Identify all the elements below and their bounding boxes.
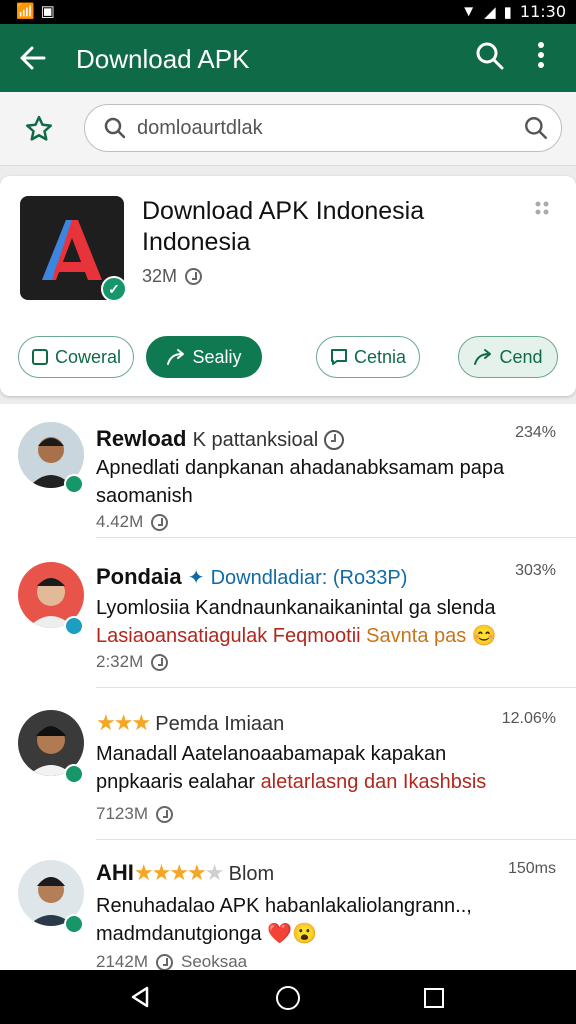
details-button[interactable]: Cetnia [316, 336, 420, 378]
review-percent: 12.06% [501, 710, 556, 727]
status-icons: ▼ ◢ ▮ 11:30 [461, 2, 566, 21]
reviewer-name: ★★★ Pemda Imiaan [96, 710, 284, 736]
star-outline-icon[interactable] [24, 114, 54, 144]
review-text: Renuhadalao APK habanlakaliolangrann.., … [96, 892, 536, 948]
review-time-value: 2142M [96, 952, 148, 971]
page-title: Download APK [76, 44, 250, 74]
verified-badge-icon: ✓ [101, 276, 127, 302]
send-arrow-icon [474, 349, 492, 365]
status-bar: 📶▣ ▼ ◢ ▮ 11:30 [0, 0, 576, 24]
app-size-value: 32M [142, 266, 178, 286]
search-row: domloaurtdlak [0, 92, 576, 166]
status-time: 11:30 [519, 2, 566, 21]
send-button-label: Cend [499, 346, 543, 367]
review-item[interactable]: ★★★ Pemda Imiaan 12.06% Manadall Aatelan… [0, 688, 576, 840]
search-icon[interactable] [474, 40, 506, 72]
reviewer-name-text: Rewload [96, 426, 187, 451]
clock-icon [151, 653, 169, 671]
online-badge-icon [64, 616, 84, 636]
review-text: Lyomlosiia Kandnaunkanaikanintal ga slen… [96, 594, 546, 650]
reviewer-name-text: AHI [96, 860, 134, 885]
review-item[interactable]: Rewload K pattanksioal 234% Apnedlati da… [0, 404, 576, 538]
comment-icon [330, 349, 347, 365]
divider [96, 537, 576, 538]
battery-icon: ▮ [503, 3, 512, 21]
app-card: ✓ Download APK Indonesia Indonesia 32M C… [0, 176, 576, 396]
app-size: 32M [142, 266, 203, 287]
clock-icon [151, 513, 169, 531]
emoji: ❤️😮 [267, 923, 318, 945]
nav-recents-icon[interactable] [424, 988, 444, 1008]
review-text-line: pnpkaaris ealahar aletarlasng dan Ikashb… [96, 768, 546, 796]
review-percent: 303% [515, 562, 556, 579]
review-time-value: 4.42M [96, 512, 144, 531]
review-time-value: 2:32M [96, 652, 144, 671]
share-arrow-icon [167, 349, 185, 365]
send-button[interactable]: Cend [458, 336, 558, 378]
review-item[interactable]: Pondaia ✦ Downdladiar: (Ro33P) 303% Lyom… [0, 546, 576, 688]
online-badge-icon [64, 914, 84, 934]
overview-button[interactable]: Coweral [18, 336, 134, 378]
reviewer-meta: K pattanksioal [192, 429, 319, 451]
search-icon [104, 117, 126, 139]
app-bar: Download APK [0, 24, 576, 92]
reviewer-name: Rewload K pattanksioal [96, 426, 345, 452]
review-percent: 234% [515, 424, 556, 441]
review-text-line: Lyomlosiia Kandnaunkanaikanintal ga slen… [96, 597, 496, 619]
wifi-icon: ▼ [461, 3, 477, 20]
rating-stars: ★★★★ [133, 860, 207, 885]
review-time: 2:32M [96, 652, 169, 672]
review-time: 2142M Seoksaa [96, 952, 247, 972]
search-submit-icon[interactable] [523, 115, 549, 141]
search-input-value: domloaurtdlak [137, 117, 263, 139]
back-arrow-icon[interactable] [18, 43, 48, 73]
review-text-highlight: aletarlasng dan Ikashbsis [260, 771, 487, 793]
share-button[interactable]: Sealiy [146, 336, 262, 378]
review-text-highlight: Savnta pas [366, 625, 467, 647]
drag-handle-icon[interactable] [534, 200, 550, 216]
review-text-part: pnpkaaris ealahar [96, 771, 255, 793]
clock-icon [155, 805, 173, 823]
review-text-line: Lasiaoansatiagulak Feqmootii Savnta pas … [96, 622, 546, 650]
review-item[interactable]: AHI★★★★★ Blom 150ms Renuhadalao APK haba… [0, 840, 576, 972]
details-button-label: Cetnia [353, 346, 407, 367]
share-button-label: Sealiy [192, 346, 242, 367]
overview-button-label: Coweral [54, 346, 122, 367]
review-text-highlight: Lasiaoansatiagulak Feqmootii [96, 625, 361, 647]
app-name: Download APK Indonesia Indonesia [142, 197, 425, 256]
clock-icon [185, 268, 203, 285]
rating-stars: ★★★ [96, 710, 151, 735]
reviewer-name-text: Pondaia [96, 564, 182, 589]
notification-icons: 📶▣ [16, 3, 61, 20]
signal-icon: ◢ [484, 3, 496, 21]
nav-back-icon[interactable] [128, 985, 152, 1009]
reviewer-name: Pondaia ✦ Downdladiar: (Ro33P) [96, 564, 407, 590]
review-time: 4.42M [96, 512, 169, 532]
reviewer-name: AHI★★★★★ Blom [96, 860, 274, 886]
review-time: 7123M [96, 804, 173, 824]
review-percent: 150ms [507, 860, 556, 877]
online-badge-icon [64, 474, 84, 494]
nav-home-icon[interactable] [276, 986, 300, 1010]
search-input[interactable]: domloaurtdlak [84, 104, 562, 152]
online-badge-icon [64, 764, 84, 784]
reviewer-meta: Downdladiar: (Ro33P) [210, 567, 408, 589]
review-text-line: Manadall Aatelanoaabamapak kapakan [96, 743, 447, 765]
clock-icon [324, 430, 345, 451]
emoji: 😊 [471, 625, 497, 647]
reviewer-meta: Blom [228, 863, 275, 885]
review-list: Rewload K pattanksioal 234% Apnedlati da… [0, 404, 576, 972]
reviewer-meta: Pemda Imiaan [155, 713, 285, 735]
review-text: Apnedlati danpkanan ahadanabksamam papa … [96, 457, 505, 507]
system-nav-bar [0, 970, 576, 1024]
review-text: Manadall Aatelanoaabamapak kapakan pnpka… [96, 740, 546, 796]
more-options-icon[interactable] [536, 40, 546, 85]
rating-stars-empty: ★ [204, 860, 225, 885]
clock-icon [155, 953, 173, 971]
document-icon [31, 349, 48, 365]
review-extra: Seoksaa [180, 952, 248, 971]
verified-star-icon: ✦ [187, 567, 205, 589]
review-time-value: 7123M [96, 804, 148, 823]
